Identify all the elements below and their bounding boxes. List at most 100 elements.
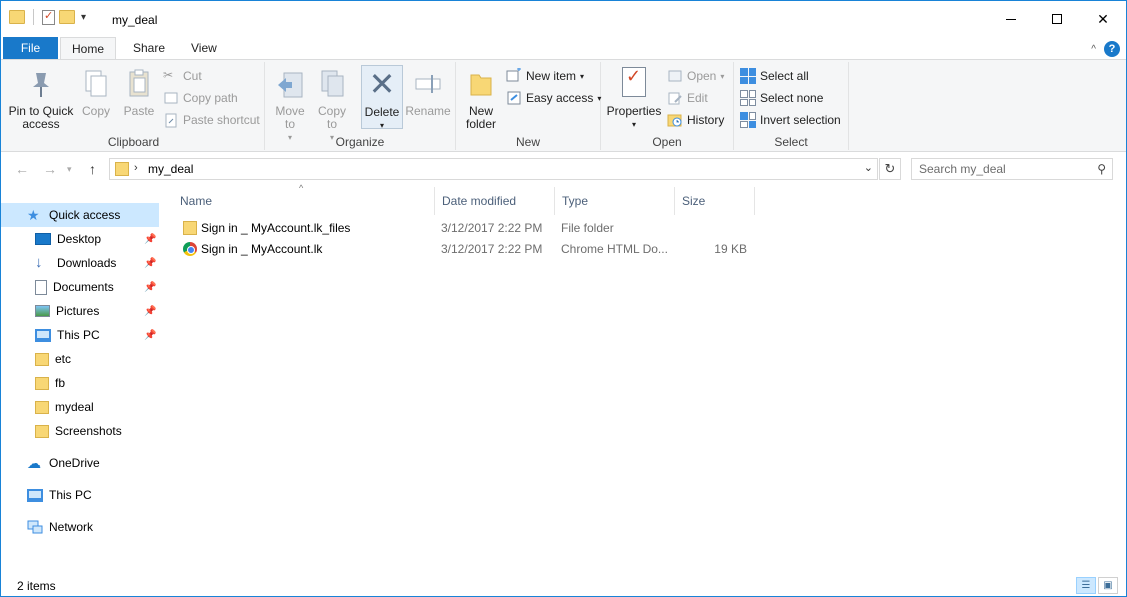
close-button[interactable]: ✕	[1080, 1, 1126, 37]
move-to-button[interactable]: Move to ▾	[271, 65, 309, 144]
column-header-type[interactable]: Type	[555, 187, 675, 215]
tab-home[interactable]: Home	[60, 37, 116, 60]
tab-share[interactable]: Share	[121, 37, 177, 60]
nav-quick-access-label: Quick access	[49, 208, 121, 222]
address-bar[interactable]: › my_deal ⌄	[109, 158, 878, 180]
breadcrumb-chevron-icon[interactable]: ›	[134, 162, 138, 174]
nav-onedrive[interactable]: ☁ OneDrive	[27, 451, 159, 475]
this-pc-icon	[27, 488, 43, 502]
invert-selection-button[interactable]: Invert selection	[740, 110, 841, 130]
new-folder-icon[interactable]	[59, 10, 75, 24]
paste-button[interactable]: Paste	[121, 65, 157, 118]
customize-toolbar-icon[interactable]: ▾	[81, 12, 86, 23]
view-switcher: ☰ ▣	[1076, 577, 1118, 594]
nav-quick-access[interactable]: ★ Quick access	[1, 203, 159, 227]
refresh-button[interactable]: ↻	[879, 158, 901, 180]
navigation-bar: ← → ▾ ↑ › my_deal ⌄ ↻ ⚲	[1, 153, 1126, 185]
select-all-button[interactable]: Select all	[740, 66, 809, 86]
tab-file[interactable]: File	[3, 37, 58, 60]
desktop-icon	[35, 233, 51, 245]
edit-button[interactable]: Edit	[667, 88, 708, 108]
minimize-icon	[1006, 18, 1016, 20]
details-view-button[interactable]: ☰	[1076, 577, 1096, 594]
new-folder-label: New folder	[465, 104, 497, 131]
nav-item-downloads[interactable]: ↓ Downloads 📌	[35, 251, 159, 275]
refresh-icon: ↻	[884, 161, 896, 176]
edit-icon	[667, 90, 683, 106]
column-header-name[interactable]: Name	[173, 187, 435, 215]
collapse-ribbon-icon[interactable]: ^	[1091, 44, 1096, 55]
status-bar: 2 items ☰ ▣	[1, 575, 1126, 596]
pin-to-quick-access-button[interactable]: Pin to Quick access	[7, 65, 75, 131]
pin-icon[interactable]: 📌	[144, 234, 156, 245]
maximize-button[interactable]	[1034, 1, 1080, 37]
edit-label: Edit	[687, 91, 708, 105]
nav-item-etc[interactable]: etc	[35, 347, 159, 371]
nav-item-mydeal[interactable]: mydeal	[35, 395, 159, 419]
cut-button[interactable]: ✂ Cut	[163, 66, 202, 86]
pin-icon[interactable]: 📌	[144, 306, 156, 317]
nav-item-screenshots[interactable]: Screenshots	[35, 419, 159, 443]
nav-this-pc[interactable]: This PC	[27, 483, 159, 507]
maximize-icon	[1052, 14, 1062, 24]
pin-icon[interactable]: 📌	[144, 282, 156, 293]
properties-icon[interactable]	[42, 9, 55, 25]
up-arrow-icon[interactable]: ↑	[89, 161, 96, 177]
properties-button[interactable]: Properties ▾	[605, 65, 663, 131]
delete-caret[interactable]: ▾	[362, 119, 402, 132]
new-item-button[interactable]: New item ▾	[506, 66, 584, 86]
nav-this-pc-label: This PC	[49, 488, 92, 502]
file-row[interactable]: Sign in _ MyAccount.lk 3/12/2017 2:22 PM…	[173, 239, 755, 260]
search-icon[interactable]: ⚲	[1097, 162, 1106, 176]
search-input[interactable]	[912, 159, 1082, 179]
back-arrow-icon[interactable]: ←	[15, 161, 29, 177]
nav-network-label: Network	[49, 520, 94, 534]
select-none-icon	[740, 90, 756, 106]
copy-path-button[interactable]: Copy path	[163, 88, 238, 108]
copy-path-icon	[163, 90, 179, 106]
details-view-icon: ☰	[1081, 580, 1091, 591]
select-none-button[interactable]: Select none	[740, 88, 823, 108]
ribbon: Pin to Quick access Copy Paste ✂ Cut Cop…	[1, 59, 1126, 152]
open-button[interactable]: Open ▾	[667, 66, 724, 86]
nav-item-label: mydeal	[55, 400, 94, 414]
new-folder-button[interactable]: New folder	[460, 65, 502, 131]
folder-icon	[35, 376, 49, 390]
nav-item-documents[interactable]: Documents 📌	[35, 275, 159, 299]
rename-button[interactable]: Rename	[405, 65, 451, 118]
nav-item-this-pc[interactable]: This PC 📌	[35, 323, 159, 347]
nav-item-label: etc	[55, 352, 72, 366]
breadcrumb-my-deal[interactable]: my_deal	[148, 162, 193, 176]
new-group-label: New	[515, 135, 540, 149]
recent-locations-icon[interactable]: ▾	[67, 164, 72, 175]
nav-item-pictures[interactable]: Pictures 📌	[35, 299, 159, 323]
tab-view[interactable]: View	[179, 37, 229, 60]
column-header-size[interactable]: Size	[675, 187, 755, 215]
paste-shortcut-button[interactable]: Paste shortcut	[163, 110, 260, 130]
forward-arrow-icon[interactable]: →	[43, 161, 57, 177]
nav-network[interactable]: Network	[27, 515, 159, 539]
select-none-label: Select none	[760, 91, 824, 105]
nav-item-fb[interactable]: fb	[35, 371, 159, 395]
file-type: File folder	[561, 221, 614, 235]
copy-to-button[interactable]: Copy to ▾	[313, 65, 351, 144]
help-icon[interactable]: ?	[1104, 41, 1120, 57]
select-group: Select all Select none Invert selection …	[734, 62, 849, 150]
file-type: Chrome HTML Do...	[561, 242, 668, 256]
large-icons-view-icon: ▣	[1103, 580, 1113, 591]
chevron-down-icon[interactable]: ⌄	[864, 161, 873, 174]
copy-button[interactable]: Copy	[79, 65, 113, 118]
nav-item-desktop[interactable]: Desktop 📌	[35, 227, 159, 251]
pin-icon[interactable]: 📌	[144, 330, 156, 341]
easy-access-button[interactable]: Easy access ▾	[506, 88, 601, 108]
large-icons-view-button[interactable]: ▣	[1098, 577, 1118, 594]
properties-caret[interactable]: ▾	[605, 118, 663, 131]
search-box[interactable]: ⚲	[911, 158, 1113, 180]
history-button[interactable]: History	[667, 110, 724, 130]
delete-button[interactable]: ✕ Delete ▾	[361, 65, 403, 132]
file-row[interactable]: Sign in _ MyAccount.lk_files 3/12/2017 2…	[173, 218, 755, 239]
pin-icon[interactable]: 📌	[144, 258, 156, 269]
minimize-button[interactable]	[988, 1, 1034, 37]
copy-label: Copy	[81, 104, 110, 118]
column-header-date-modified[interactable]: Date modified	[435, 187, 555, 215]
